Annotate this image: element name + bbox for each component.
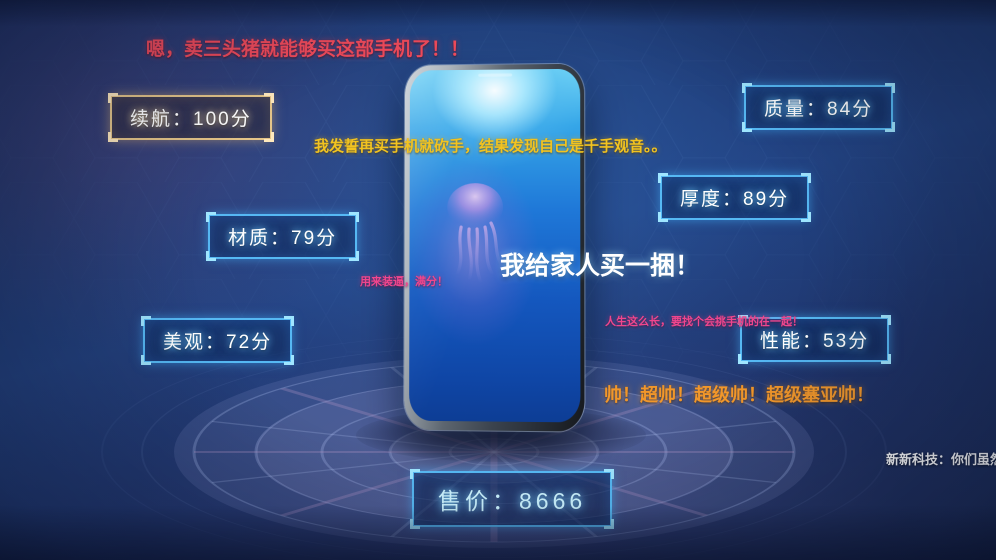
price-badge-label: 售价：8666 xyxy=(438,488,587,514)
comment-bullet-6: 帅！超帅！超级帅！超级塞亚帅！ xyxy=(604,385,874,405)
comment-bullet-1: 嗯，卖三头猪就能够买这部手机了！！ xyxy=(146,39,470,60)
stat-badge-quality[interactable]: 质量：84分 xyxy=(742,83,896,132)
stat-badge-label: 材质：79分 xyxy=(228,228,338,249)
phone-device[interactable] xyxy=(404,63,585,432)
phone-screen xyxy=(409,68,581,423)
stat-badge-label: 厚度：89分 xyxy=(680,189,790,210)
game-screen: 续航：100分 质量：84分 厚度：89分 材质：79分 美观：72分 性能：5… xyxy=(0,0,996,560)
price-badge[interactable]: 售价：8666 xyxy=(410,469,615,529)
stat-badge-label: 质量：84分 xyxy=(764,99,874,120)
stat-badge-appearance[interactable]: 美观：72分 xyxy=(141,316,295,365)
stat-badge-performance[interactable]: 性能：53分 xyxy=(738,315,892,364)
stat-badge-label: 性能：53分 xyxy=(760,331,870,352)
screen-glare xyxy=(409,68,581,423)
stat-badge-thickness[interactable]: 厚度：89分 xyxy=(658,173,812,222)
stat-badge-material[interactable]: 材质：79分 xyxy=(206,212,360,261)
stat-badge-label: 美观：72分 xyxy=(163,332,273,353)
news-ticker: 新新科技：你们虽然 xyxy=(886,452,996,467)
jellyfish-wallpaper-icon xyxy=(447,183,505,285)
stat-badge-battery[interactable]: 续航：100分 xyxy=(108,93,274,142)
top-vignette xyxy=(0,0,996,26)
stat-badge-label: 续航：100分 xyxy=(130,109,252,130)
earpiece-speaker xyxy=(477,73,512,77)
